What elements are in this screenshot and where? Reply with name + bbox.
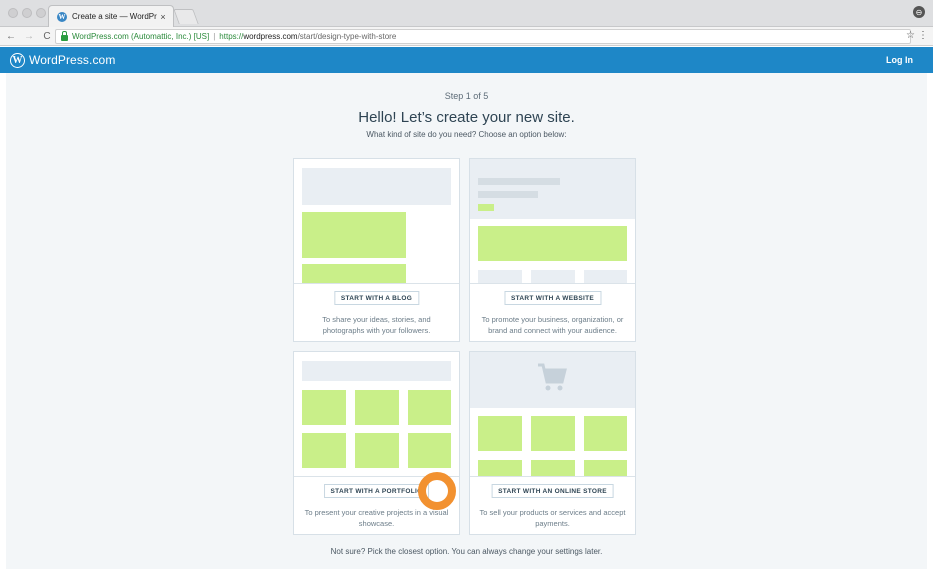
url-host: wordpress.com	[243, 32, 298, 41]
step-indicator: Step 1 of 5	[444, 91, 489, 101]
reload-button[interactable]: C	[40, 31, 54, 42]
start-with-online-store-button[interactable]: START WITH AN ONLINE STORE	[491, 484, 614, 498]
portfolio-preview-illustration	[294, 352, 459, 477]
url-scheme: https://	[219, 32, 244, 41]
bookmark-star-icon[interactable]: ☆	[906, 30, 915, 41]
minimize-window-button[interactable]	[22, 8, 32, 18]
design-type-card-blog[interactable]: START WITH A BLOG To share your ideas, s…	[293, 158, 460, 342]
ev-certificate-label: WordPress.com (Automattic, Inc.) [US]	[72, 32, 210, 41]
card-description: To share your ideas, stories, and photog…	[322, 315, 431, 335]
wp-masterbar: W WordPress.com Log In	[0, 47, 933, 73]
store-preview-illustration	[470, 352, 635, 477]
wordpress-favicon-icon: W	[57, 11, 67, 22]
new-tab-button[interactable]	[173, 9, 199, 24]
tab-close-icon[interactable]: ×	[157, 12, 169, 22]
footer-hint: Not sure? Pick the closest option. You c…	[330, 547, 603, 556]
design-type-card-website[interactable]: START WITH A WEBSITE To promote your bus…	[469, 158, 636, 342]
url-input[interactable]: WordPress.com (Automattic, Inc.) [US] | …	[55, 29, 911, 44]
signup-main: Step 1 of 5 Hello! Let’s create your new…	[0, 73, 933, 569]
back-button[interactable]: ←	[4, 31, 18, 42]
forward-button[interactable]: →	[22, 31, 36, 42]
shopping-cart-icon	[538, 363, 567, 391]
card-description: To promote your business, organization, …	[481, 315, 624, 335]
start-with-blog-button[interactable]: START WITH A BLOG	[333, 291, 420, 305]
card-description: To present your creative projects in a v…	[304, 508, 449, 528]
maximize-window-button[interactable]	[36, 8, 46, 18]
tab-title: Create a site — WordPress.co	[72, 12, 157, 21]
login-link[interactable]: Log In	[886, 55, 913, 65]
website-preview-illustration	[470, 159, 635, 284]
click-indicator	[418, 472, 456, 510]
page-subtitle: What kind of site do you need? Choose an…	[366, 130, 567, 139]
close-window-button[interactable]	[8, 8, 18, 18]
page-title: Hello! Let’s create your new site.	[358, 109, 575, 126]
lock-icon	[61, 30, 68, 41]
url-path: /start/design-type-with-store	[297, 32, 397, 41]
blog-preview-illustration	[294, 159, 459, 284]
browser-tab-bar: W Create a site — WordPress.co × ⊖	[0, 0, 933, 27]
address-bar-row: ← → C WordPress.com (Automattic, Inc.) […	[0, 27, 933, 46]
start-with-website-button[interactable]: START WITH A WEBSITE	[503, 291, 602, 305]
wordpress-logo-icon[interactable]: W	[10, 52, 25, 68]
profile-icon[interactable]: ⊖	[913, 6, 925, 18]
design-type-card-store[interactable]: START WITH AN ONLINE STORE To sell your …	[469, 351, 636, 535]
brand-name[interactable]: WordPress.com	[29, 53, 115, 67]
browser-tab[interactable]: W Create a site — WordPress.co ×	[48, 5, 174, 27]
start-with-portfolio-button[interactable]: START WITH A PORTFOLIO	[323, 484, 430, 498]
browser-menu-icon[interactable]: ⋮	[918, 30, 928, 41]
card-description: To sell your products or services and ac…	[479, 508, 626, 528]
